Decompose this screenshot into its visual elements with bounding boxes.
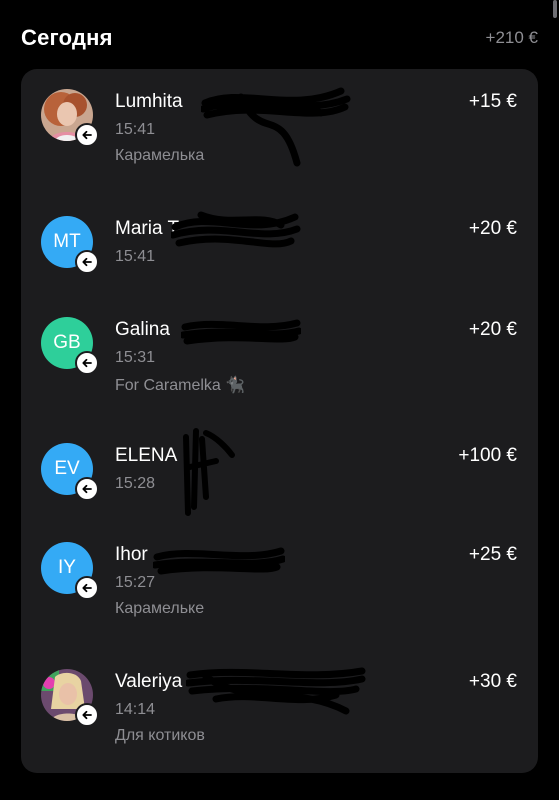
transaction-comment: For Caramelka 🐈‍⬛	[115, 377, 246, 394]
avatar: IY	[41, 542, 99, 600]
transaction-row[interactable]: Lumhita +15 € 15:41 Карамелька	[21, 89, 538, 199]
transaction-row[interactable]: GB Galina +20 € 15:31 For Caramelka 🐈‍⬛	[21, 317, 538, 427]
transaction-time: 15:41	[115, 121, 156, 138]
transaction-time: 15:28	[115, 475, 156, 492]
sender-name: Galina	[115, 319, 170, 340]
transaction-amount: +30 €	[468, 671, 517, 692]
transaction-time: 15:27	[115, 574, 156, 591]
sender-name: Lumhita	[115, 91, 183, 112]
transaction-time: 15:31	[115, 349, 156, 366]
day-section-header: Сегодня +210 €	[21, 22, 538, 54]
arrow-left-icon	[75, 123, 99, 147]
transaction-row[interactable]: Valeriya +30 € 14:14 Для котиков	[21, 669, 538, 773]
sender-name: ELENA	[115, 445, 178, 466]
avatar: MT	[41, 216, 99, 274]
avatar: EV	[41, 443, 99, 501]
transaction-time: 14:14	[115, 701, 156, 718]
sender-name: Maria T	[115, 218, 180, 239]
transaction-amount: +25 €	[468, 544, 517, 565]
arrow-left-icon	[75, 477, 99, 501]
transaction-row[interactable]: IY Ihor +25 € 15:27 Карамельке	[21, 542, 538, 652]
transaction-amount: +100 €	[458, 445, 517, 466]
section-title: Сегодня	[21, 25, 113, 50]
transactions-card: Lumhita +15 € 15:41 Карамелька MT Maria …	[21, 69, 538, 773]
sender-name: Valeriya	[115, 671, 183, 692]
arrow-left-icon	[75, 703, 99, 727]
avatar	[41, 669, 99, 727]
scroll-indicator[interactable]	[553, 0, 557, 18]
avatar	[41, 89, 99, 147]
transaction-comment: Карамелька	[115, 147, 205, 164]
sender-name: Ihor	[115, 544, 148, 565]
avatar: GB	[41, 317, 99, 375]
transaction-amount: +20 €	[468, 319, 517, 340]
transaction-comment: Карамельке	[115, 600, 205, 617]
section-total: +210 €	[485, 28, 538, 47]
transaction-row[interactable]: EV ELENA +100 € 15:28	[21, 443, 538, 553]
transaction-row[interactable]: MT Maria T +20 € 15:41	[21, 216, 538, 326]
arrow-left-icon	[75, 351, 99, 375]
transaction-amount: +15 €	[468, 91, 517, 112]
arrow-left-icon	[75, 250, 99, 274]
arrow-left-icon	[75, 576, 99, 600]
transaction-comment: Для котиков	[115, 727, 205, 744]
transaction-amount: +20 €	[468, 218, 517, 239]
transaction-time: 15:41	[115, 248, 156, 265]
